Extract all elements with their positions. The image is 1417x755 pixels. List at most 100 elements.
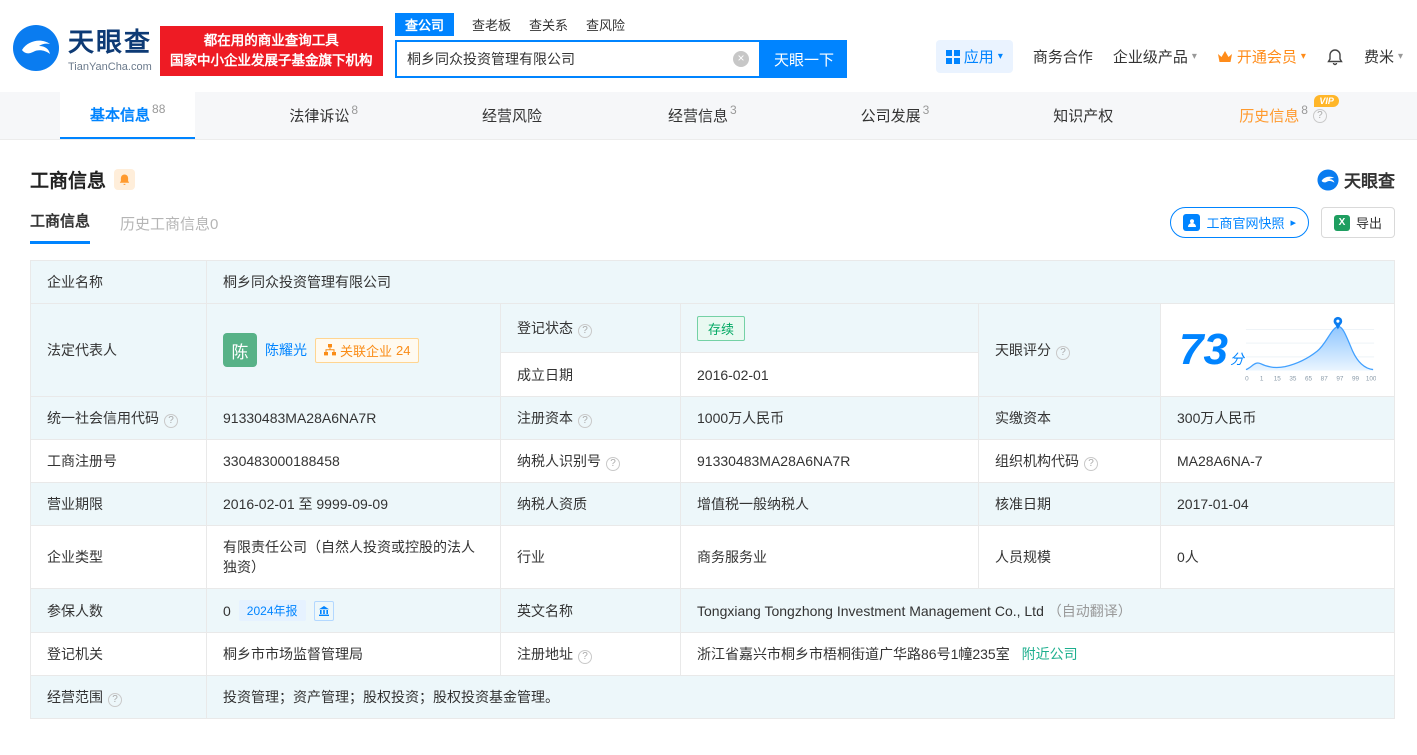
- official-snapshot-button[interactable]: 工商官网快照: [1170, 207, 1309, 238]
- apps-label: 应用: [963, 49, 994, 66]
- menu-enterprise[interactable]: 企业级产品 ▾: [1113, 46, 1197, 67]
- english-name-cell: Tongxiang Tongzhong Investment Managemen…: [680, 588, 1395, 633]
- search-button[interactable]: 天眼一下: [761, 40, 847, 78]
- excel-icon: [1333, 214, 1350, 231]
- help-icon[interactable]: [606, 457, 620, 471]
- search-input[interactable]: [397, 51, 733, 67]
- auto-translate-note: （自动翻译）: [1047, 602, 1132, 619]
- slogan-banner: 都在用的商业查询工具 国家中小企业发展子基金旗下机构: [160, 26, 383, 76]
- table-row: 参保人数 0 2024年报 英文名称 Tongxiang Tongzhong I…: [30, 588, 1395, 633]
- logo-text: 天眼查 TianYanCha.com: [68, 22, 152, 73]
- tab-count: 8: [351, 102, 359, 117]
- search-area: 查公司 查老板 查关系 查风险 天眼一下: [395, 12, 847, 78]
- help-icon[interactable]: [164, 414, 178, 428]
- business-scope-value: 投资管理；资产管理；股权投资；股权投资基金管理。: [206, 675, 1395, 719]
- help-icon[interactable]: [1312, 108, 1327, 123]
- slogan-line2: 国家中小企业发展子基金旗下机构: [170, 53, 373, 68]
- subtab-history-business-info[interactable]: 历史工商信息0: [120, 213, 218, 244]
- org-chart-icon: [324, 344, 336, 356]
- reg-number-value: 330483000188458: [206, 439, 501, 483]
- legal-rep-avatar[interactable]: 陈: [223, 333, 257, 367]
- annual-report-icon[interactable]: [313, 600, 334, 621]
- enterprise-label: 企业级产品: [1112, 49, 1188, 66]
- score-cell: 73 分 0 1 15 35 65 87 97 99 100: [1160, 303, 1395, 397]
- apps-menu[interactable]: 应用 ▾: [935, 40, 1013, 73]
- tab-company-development[interactable]: 公司发展 3: [831, 92, 960, 139]
- company-name-value: 桐乡同众投资管理有限公司: [206, 260, 1395, 304]
- business-info-table: 企业名称 桐乡同众投资管理有限公司 法定代表人 陈 陈耀光 关联企业 24 登记…: [30, 260, 1395, 719]
- search-tab-relation[interactable]: 查关系: [529, 15, 568, 34]
- registered-address-value: 浙江省嘉兴市桐乡市梧桐街道广华路86号1幢235室: [697, 646, 1010, 662]
- staff-size-label: 人员规模: [978, 525, 1161, 589]
- section-header: 工商信息 天眼查: [30, 166, 1395, 193]
- subtab-business-info[interactable]: 工商信息: [30, 210, 91, 244]
- notification-bell[interactable]: [1326, 48, 1344, 66]
- tab-history-info[interactable]: VIP 历史信息 8: [1209, 92, 1357, 139]
- svg-text:1: 1: [1260, 375, 1264, 382]
- status-badge: 存续: [697, 315, 746, 341]
- snapshot-label: 工商官网快照: [1206, 216, 1285, 231]
- page: 天眼查 TianYanCha.com 都在用的商业查询工具 国家中小企业发展子基…: [0, 0, 1417, 719]
- help-icon[interactable]: [578, 324, 592, 339]
- tab-legal[interactable]: 法律诉讼 8: [259, 92, 388, 139]
- annual-report-badge[interactable]: 2024年报: [238, 600, 306, 621]
- search-tab-boss[interactable]: 查老板: [472, 15, 511, 34]
- tab-operation-risk[interactable]: 经营风险: [452, 92, 574, 139]
- legal-rep-link[interactable]: 陈耀光: [265, 340, 307, 360]
- tab-count: 88: [152, 101, 166, 116]
- top-menu: 应用 ▾ 商务合作 企业级产品 ▾ 开通会员 ▾ 费米 ▾: [935, 40, 1403, 73]
- menu-cooperation[interactable]: 商务合作: [1033, 46, 1093, 67]
- table-row: 统一社会信用代码 91330483MA28A6NA7R 注册资本 1000万人民…: [30, 396, 1395, 440]
- tab-label: 法律诉讼: [289, 108, 350, 125]
- staff-size-value: 0人: [1160, 525, 1395, 589]
- help-icon[interactable]: [578, 414, 592, 428]
- vip-label: 开通会员: [1236, 49, 1297, 66]
- svg-text:99: 99: [1352, 375, 1360, 382]
- tab-operation-info[interactable]: 经营信息 3: [638, 92, 767, 139]
- help-icon[interactable]: [1084, 457, 1098, 471]
- section-title-wrap: 工商信息: [30, 166, 136, 193]
- tab-intellectual-property[interactable]: 知识产权: [1023, 92, 1145, 139]
- establish-date-label: 成立日期: [500, 352, 681, 397]
- menu-user[interactable]: 费米 ▾: [1364, 46, 1403, 67]
- tab-label: 基本信息: [90, 107, 151, 124]
- establish-date-value: 2016-02-01: [680, 352, 979, 397]
- menu-vip[interactable]: 开通会员 ▾: [1217, 46, 1306, 67]
- id-card-icon: [1183, 214, 1201, 231]
- score-chart: 0 1 15 35 65 87 97 99 100: [1245, 316, 1376, 382]
- clear-icon[interactable]: [733, 51, 749, 67]
- slogan-line1: 都在用的商业查询工具: [203, 33, 339, 48]
- subscribe-bell-icon[interactable]: [114, 169, 136, 190]
- related-companies-badge[interactable]: 关联企业 24: [315, 337, 420, 363]
- export-button[interactable]: 导出: [1320, 207, 1395, 238]
- svg-text:100: 100: [1366, 375, 1376, 382]
- help-icon[interactable]: [1056, 346, 1070, 360]
- reg-number-label: 工商注册号: [30, 439, 207, 483]
- paid-capital-label: 实缴资本: [978, 396, 1161, 440]
- svg-text:0: 0: [1245, 375, 1249, 382]
- help-icon[interactable]: [108, 693, 122, 707]
- logo-swirl-icon: [1317, 168, 1339, 191]
- taxpayer-quality-label: 纳税人资质: [500, 482, 681, 526]
- help-icon[interactable]: [578, 650, 592, 664]
- legal-rep-cell: 陈 陈耀光 关联企业 24: [206, 303, 501, 397]
- svg-text:65: 65: [1305, 375, 1313, 382]
- search-tab-risk[interactable]: 查风险: [586, 15, 625, 34]
- industry-label: 行业: [500, 525, 681, 589]
- company-name-label: 企业名称: [30, 260, 207, 304]
- logo-swirl-icon: [13, 24, 59, 71]
- tianyancha-logo[interactable]: 天眼查 TianYanCha.com: [12, 22, 152, 73]
- tab-basic-info[interactable]: 基本信息 88: [60, 92, 196, 139]
- chevron-down-icon: ▾: [997, 51, 1003, 62]
- company-type-value: 有限责任公司（自然人投资或控股的法人独资）: [206, 525, 501, 589]
- search-tab-company[interactable]: 查公司: [395, 12, 455, 36]
- score-value: 73 分: [1179, 325, 1244, 374]
- org-code-label: 组织机构代码: [978, 439, 1161, 483]
- nearby-companies-link[interactable]: 附近公司: [1022, 646, 1078, 662]
- tab-label: 经营信息: [667, 108, 728, 125]
- table-row: 法定代表人 陈 陈耀光 关联企业 24 登记状态? 存续 天眼评分? 73 分 …: [30, 302, 1395, 397]
- export-label: 导出: [1355, 216, 1382, 231]
- business-scope-label: 经营范围: [30, 675, 207, 719]
- company-nav: 基本信息 88 法律诉讼 8 经营风险 经营信息 3 公司发展 3 知识产权 V…: [0, 92, 1417, 140]
- registered-address-cell: 浙江省嘉兴市桐乡市梧桐街道广华路86号1幢235室 附近公司: [680, 632, 1395, 676]
